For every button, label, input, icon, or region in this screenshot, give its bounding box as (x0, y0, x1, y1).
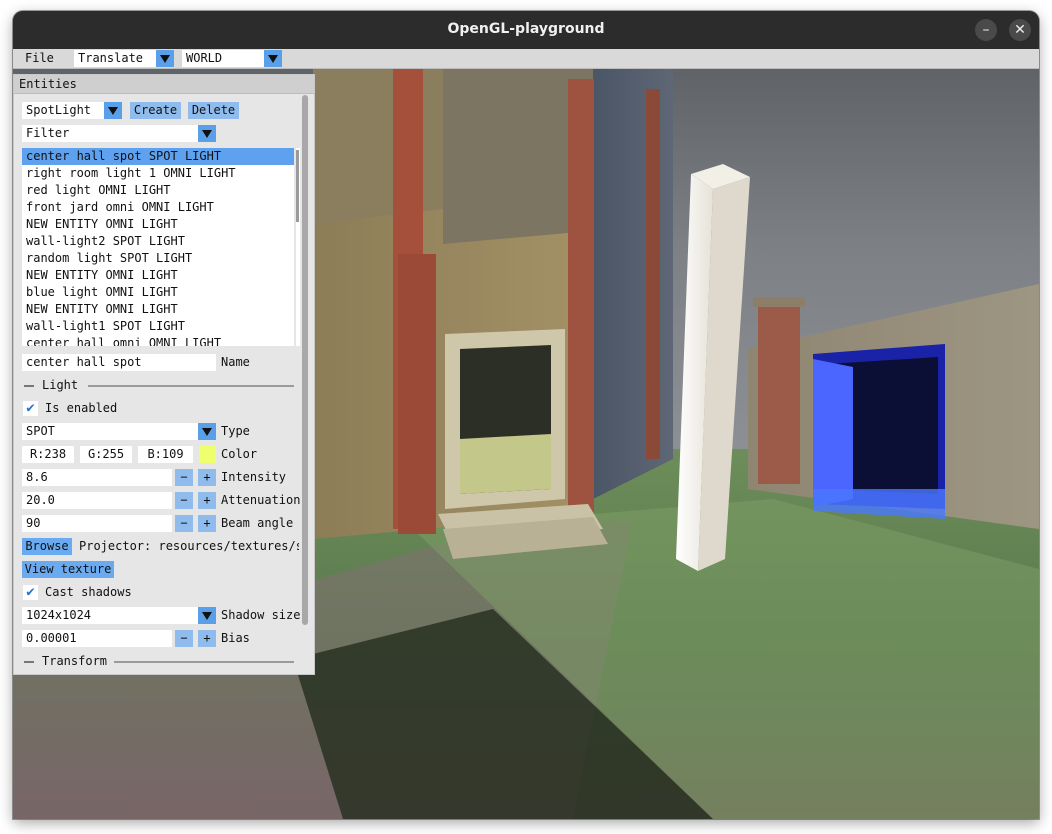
intensity-increment-button[interactable]: + (198, 469, 216, 486)
color-label: Color (221, 447, 258, 461)
section-divider (114, 661, 294, 663)
bias-field[interactable]: 0.00001 (22, 630, 172, 647)
menu-bar: File Translate WORLD (13, 49, 1039, 69)
is-enabled-label: Is enabled (45, 401, 118, 415)
attenuation-label: Attenuation (221, 493, 301, 507)
light-type-value: SPOT (26, 424, 55, 438)
create-button[interactable]: Create (130, 102, 181, 119)
list-item[interactable]: NEW ENTITY OMNI LIGHT (22, 301, 294, 318)
section-divider (88, 385, 294, 387)
bias-decrement-button[interactable]: − (175, 630, 193, 647)
color-r-field[interactable]: R:238 (22, 446, 74, 463)
list-item[interactable]: red light OMNI LIGHT (22, 182, 294, 199)
list-item[interactable]: NEW ENTITY OMNI LIGHT (22, 267, 294, 284)
chevron-down-icon[interactable] (104, 102, 122, 119)
beam-angle-label: Beam angle (221, 516, 294, 530)
shadow-size-label: Shadow size (221, 608, 301, 622)
list-item[interactable]: wall-light1 SPOT LIGHT (22, 318, 294, 335)
color-g-field[interactable]: G:255 (80, 446, 132, 463)
chevron-down-icon[interactable] (156, 50, 174, 67)
entity-type-value: SpotLight (26, 103, 92, 117)
bias-label: Bias (221, 631, 250, 645)
is-enabled-checkbox[interactable]: ✔ (23, 401, 38, 416)
beam-angle-increment-button[interactable]: + (198, 515, 216, 532)
list-item[interactable]: center hall spot SPOT LIGHT (22, 148, 294, 165)
panel-title[interactable]: Entities (14, 75, 314, 94)
bias-increment-button[interactable]: + (198, 630, 216, 647)
file-menu[interactable]: File (13, 49, 69, 68)
projector-path-text: Projector: resources/textures/sp (79, 539, 299, 553)
light-section-header[interactable]: Light (22, 377, 294, 394)
collapse-icon (24, 661, 34, 663)
attenuation-decrement-button[interactable]: − (175, 492, 193, 509)
list-item[interactable]: front jard omni OMNI LIGHT (22, 199, 294, 216)
cast-shadows-label: Cast shadows (45, 585, 132, 599)
attenuation-increment-button[interactable]: + (198, 492, 216, 509)
transform-section-header[interactable]: Transform (22, 653, 294, 670)
intensity-label: Intensity (221, 470, 287, 484)
attenuation-field[interactable]: 20.0 (22, 492, 172, 509)
list-item[interactable]: wall-light2 SPOT LIGHT (22, 233, 294, 250)
title-bar: OpenGL-playground – ✕ (13, 11, 1039, 49)
transform-section-label: Transform (42, 654, 108, 668)
shadow-size-value: 1024x1024 (26, 608, 92, 622)
close-button[interactable]: ✕ (1009, 19, 1031, 41)
list-item[interactable]: right room light 1 OMNI LIGHT (22, 165, 294, 182)
shadow-size-dropdown[interactable]: 1024x1024 (22, 607, 216, 624)
browse-button[interactable]: Browse (22, 538, 72, 555)
chevron-down-icon[interactable] (198, 125, 216, 142)
minimize-button[interactable]: – (975, 19, 997, 41)
collapse-icon (24, 385, 34, 387)
name-label: Name (221, 355, 250, 369)
intensity-decrement-button[interactable]: − (175, 469, 193, 486)
space-value: WORLD (186, 51, 223, 65)
filter-dropdown[interactable]: Filter (22, 125, 216, 142)
list-item[interactable]: random light SPOT LIGHT (22, 250, 294, 267)
view-texture-button[interactable]: View texture (22, 561, 114, 578)
list-scrollbar-thumb[interactable] (296, 150, 299, 222)
filter-value: Filter (26, 126, 70, 140)
list-item[interactable]: blue light OMNI LIGHT (22, 284, 294, 301)
intensity-field[interactable]: 8.6 (22, 469, 172, 486)
chevron-down-icon[interactable] (198, 423, 216, 440)
entity-list[interactable]: center hall spot SPOT LIGHT right room l… (22, 148, 294, 346)
window-title: OpenGL-playground (447, 21, 605, 37)
beam-angle-field[interactable]: 90 (22, 515, 172, 532)
type-label: Type (221, 424, 250, 438)
space-dropdown[interactable]: WORLD (182, 50, 282, 67)
name-field[interactable]: center hall spot (22, 354, 216, 371)
beam-angle-decrement-button[interactable]: − (175, 515, 193, 532)
app-window: OpenGL-playground – ✕ File Translate WOR… (13, 11, 1039, 819)
color-swatch[interactable] (199, 446, 216, 463)
list-item[interactable]: NEW ENTITY OMNI LIGHT (22, 216, 294, 233)
gizmo-mode-dropdown[interactable]: Translate (74, 50, 174, 67)
chevron-down-icon[interactable] (198, 607, 216, 624)
light-type-dropdown[interactable]: SPOT (22, 423, 216, 440)
panel-scrollbar-thumb[interactable] (302, 95, 308, 625)
entity-type-dropdown[interactable]: SpotLight (22, 102, 122, 119)
chevron-down-icon[interactable] (264, 50, 282, 67)
delete-button[interactable]: Delete (188, 102, 239, 119)
color-b-field[interactable]: B:109 (138, 446, 193, 463)
cast-shadows-checkbox[interactable]: ✔ (23, 585, 38, 600)
entities-panel: Entities SpotLight Create Delete Filter … (13, 74, 315, 675)
list-item[interactable]: center hall omni OMNI LIGHT (22, 335, 294, 346)
gizmo-mode-value: Translate (78, 51, 144, 65)
light-section-label: Light (42, 378, 79, 392)
